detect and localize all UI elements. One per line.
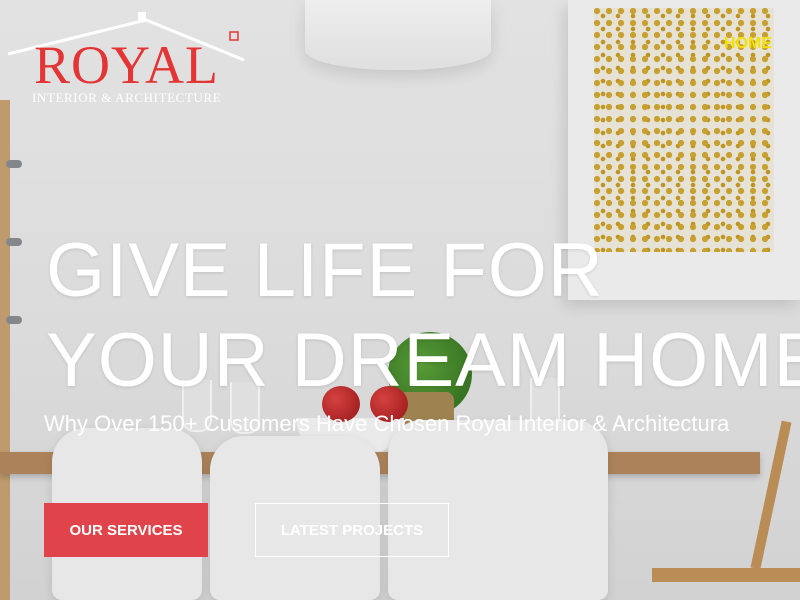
- latest-projects-button[interactable]: LATEST PROJECTS: [255, 503, 449, 557]
- logo-wordmark: ROYAL: [34, 35, 220, 95]
- nav-item-home[interactable]: HOME: [724, 35, 772, 52]
- hero-title-line-1: GIVE LIFE FOR: [46, 228, 604, 313]
- hero-title-line-2: YOUR DREAM HOME: [46, 318, 800, 403]
- main-nav: HOME: [724, 35, 772, 53]
- hero-subtitle: Why Over 150+ Customers Have Chosen Roya…: [44, 411, 730, 436]
- royal-logo[interactable]: ROYAL INTERIOR & ARCHITECTURE: [6, 6, 246, 114]
- logo-subtitle: INTERIOR & ARCHITECTURE: [32, 90, 222, 105]
- our-services-button[interactable]: OUR SERVICES: [44, 503, 208, 557]
- hero-title: GIVE LIFE FOR YOUR DREAM HOME: [46, 226, 800, 406]
